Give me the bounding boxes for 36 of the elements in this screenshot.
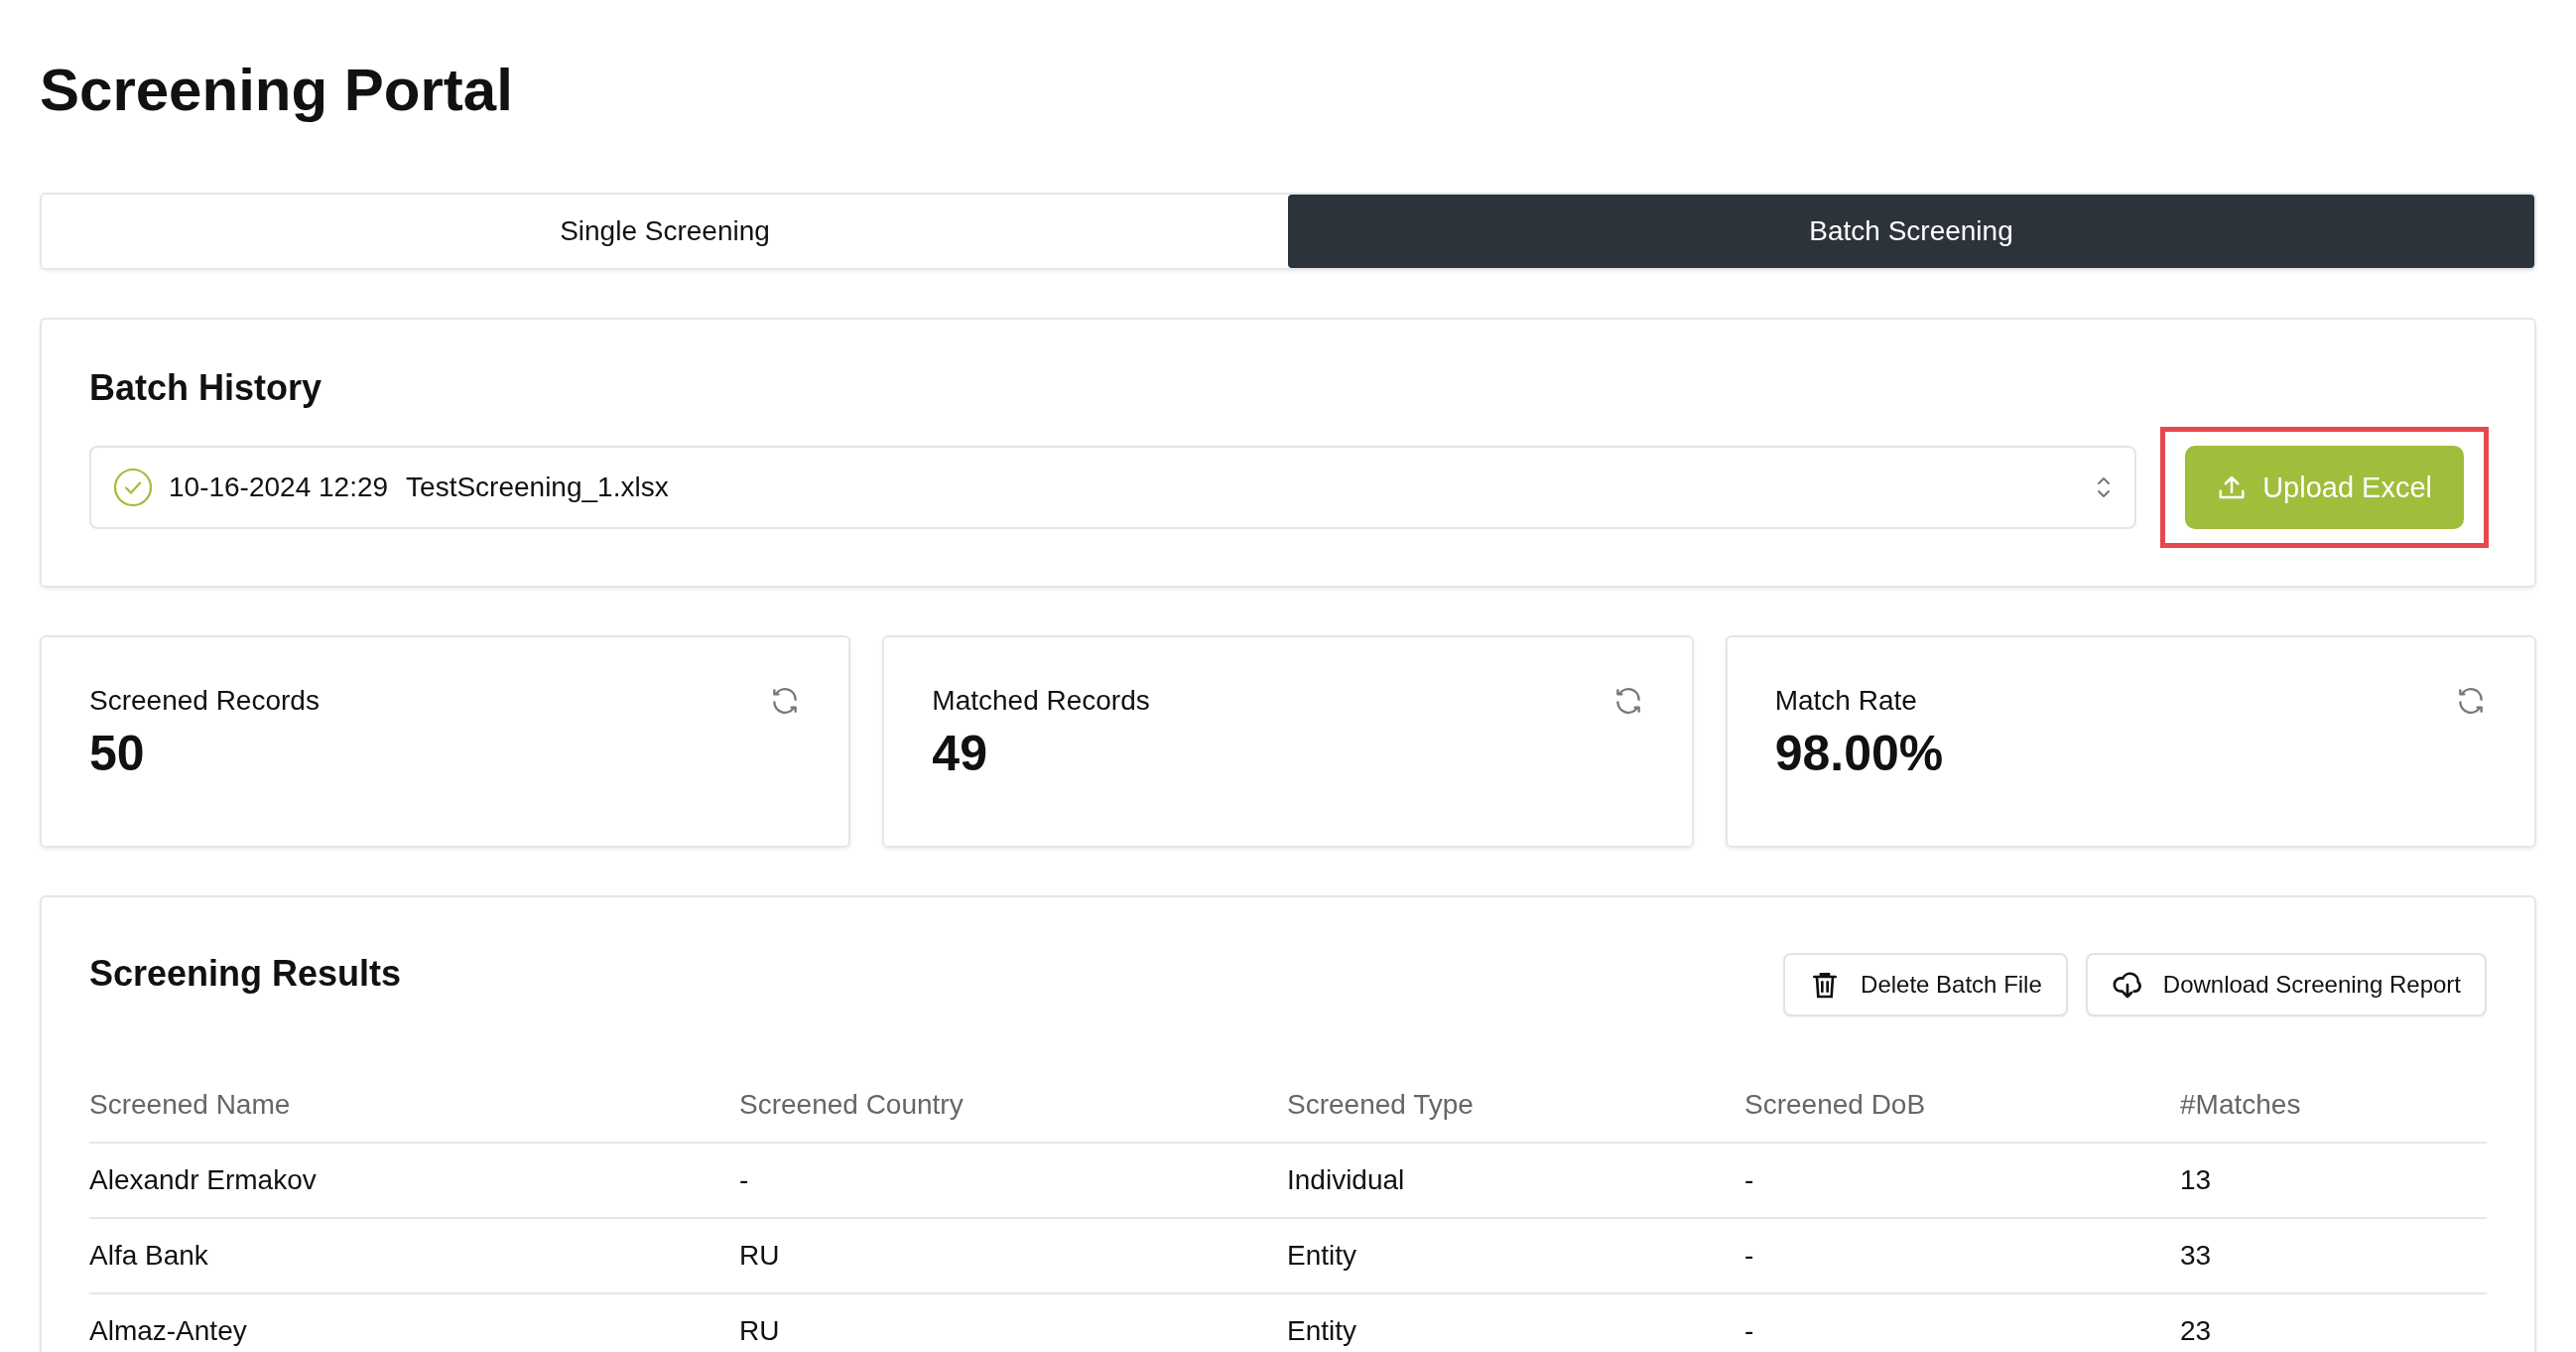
table-cell: RU xyxy=(739,1240,780,1272)
column-header: Screened DoB xyxy=(1744,1089,1926,1121)
tab[interactable]: Batch Screening xyxy=(1288,195,2534,268)
stat-label: Screened Records xyxy=(89,685,320,717)
section-heading: Batch History xyxy=(89,367,323,409)
table-cell: Entity xyxy=(1287,1240,1357,1272)
download-button[interactable]: Download Screening Report xyxy=(2085,953,2487,1016)
batch-select[interactable]: 10-16-2024 12:29 TestScreening_1.xlsx xyxy=(89,446,2137,529)
tab[interactable]: Single Screening xyxy=(42,195,1288,268)
table-cell: 13 xyxy=(2180,1164,2212,1196)
table-cell: RU xyxy=(739,1315,780,1347)
stat-label: Matched Records xyxy=(932,685,1150,717)
stat-value: 50 xyxy=(89,725,145,782)
table-cell: - xyxy=(1744,1240,1754,1272)
section-heading: Screening Results xyxy=(89,953,402,995)
table-cell: - xyxy=(1744,1164,1754,1196)
table-cell: - xyxy=(739,1164,749,1196)
stat-label: Match Rate xyxy=(1774,685,1917,717)
delete-button[interactable]: Delete Batch File xyxy=(1783,953,2068,1016)
column-header: Screened Name xyxy=(89,1089,291,1121)
table-cell: Almaz-Antey xyxy=(89,1315,247,1347)
cloud-download-icon xyxy=(2111,969,2143,1001)
column-header: Screened Type xyxy=(1287,1089,1474,1121)
stat-value: 98.00% xyxy=(1774,725,1944,782)
table-cell: Entity xyxy=(1287,1315,1357,1347)
table-cell: - xyxy=(1744,1315,1754,1347)
table-cell: Alfa Bank xyxy=(89,1240,208,1272)
column-header: #Matches xyxy=(2180,1089,2301,1121)
check-circle-icon xyxy=(113,468,153,507)
column-header: Screened Country xyxy=(739,1089,964,1121)
page-title: Screening Portal xyxy=(40,56,513,125)
table-cell: Individual xyxy=(1287,1164,1405,1196)
table-cell: 23 xyxy=(2180,1315,2212,1347)
table-cell: Alexandr Ermakov xyxy=(89,1164,317,1196)
stat-value: 49 xyxy=(932,725,987,782)
table-cell: 33 xyxy=(2180,1240,2212,1272)
